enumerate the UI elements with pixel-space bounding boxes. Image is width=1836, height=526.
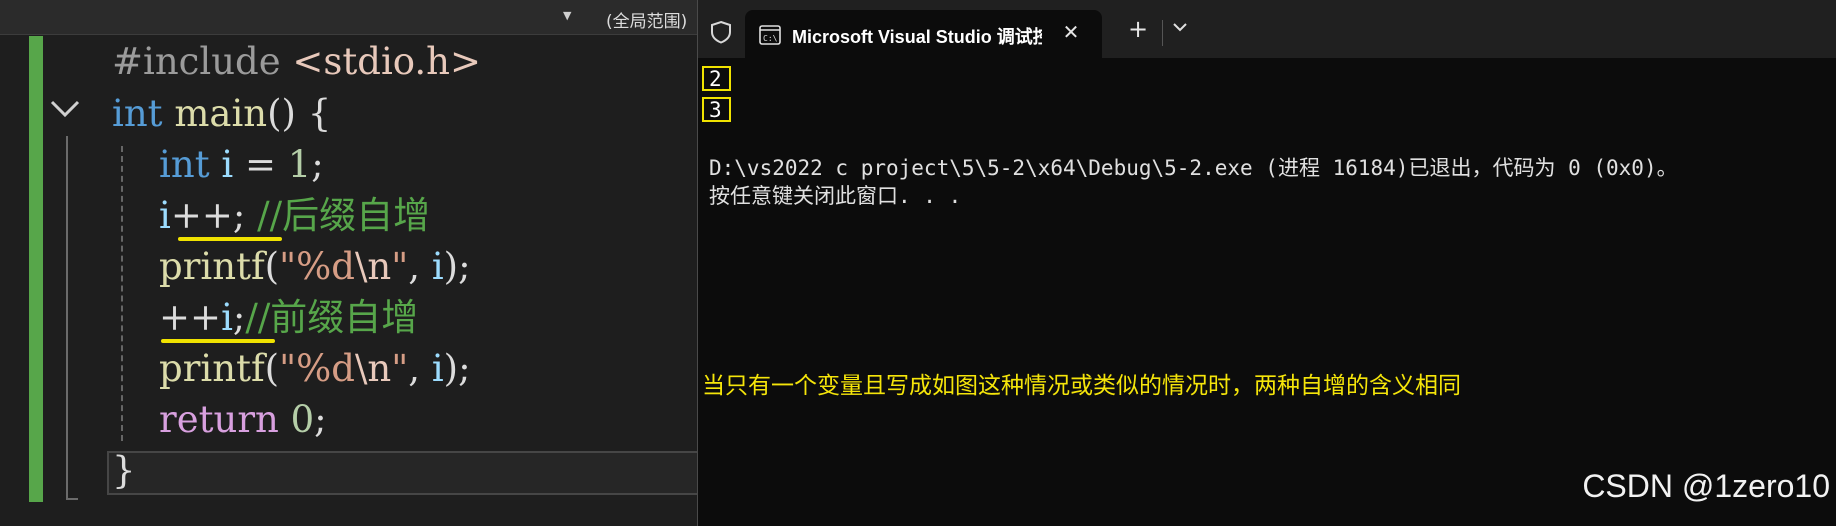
format-string: "%d xyxy=(279,245,355,288)
code-editor[interactable]: ▼ (全局范围) #include <stdio.h> int main() {… xyxy=(0,0,697,526)
scope-dropdown[interactable]: (全局范围) xyxy=(606,7,687,32)
code-punctuation: ; xyxy=(232,296,246,339)
watermark: CSDN @1zero10 xyxy=(1582,468,1830,504)
code-operator: ++ xyxy=(159,296,222,339)
keyword-int: int xyxy=(159,143,210,186)
code-operator: = xyxy=(233,143,288,186)
indent-guide xyxy=(121,146,123,441)
code-punctuation: ); xyxy=(443,245,471,288)
preprocessor-directive: #include xyxy=(112,40,281,83)
function-call: printf xyxy=(159,245,265,288)
function-call: printf xyxy=(159,347,265,390)
variable-i: i xyxy=(159,194,171,237)
highlight-underline xyxy=(161,339,275,343)
code-line-postfix[interactable]: i++; //后缀自增 xyxy=(112,196,430,236)
chevron-down-icon[interactable] xyxy=(50,100,80,118)
tab-divider xyxy=(1162,20,1163,46)
output-value-box: 2 xyxy=(702,66,731,91)
annotation-text: 当只有一个变量且写成如图这种情况或类似的情况时，两种自增的含义相同 xyxy=(702,373,1461,399)
code-operator: ++; xyxy=(170,194,246,237)
code-line-include[interactable]: #include <stdio.h> xyxy=(112,42,481,82)
keyword-return: return xyxy=(159,398,279,441)
code-line-closing-brace[interactable]: } xyxy=(112,451,136,491)
code-line-return[interactable]: return 0; xyxy=(112,400,327,440)
code-punctuation: ); xyxy=(443,347,471,390)
change-tracking-bar xyxy=(29,36,43,502)
code-comment: //前缀自增 xyxy=(245,296,419,339)
code-punctuation: () { xyxy=(267,92,332,135)
terminal-window[interactable]: C:\ Microsoft Visual Studio 调试控 ✕ + 2 3 … xyxy=(697,0,1836,526)
close-prompt-line: 按任意键关闭此窗口. . . xyxy=(709,184,962,208)
include-header: <stdio.h> xyxy=(292,40,482,83)
svg-text:C:\: C:\ xyxy=(763,34,778,43)
code-line-printf[interactable]: printf("%d\n", i); xyxy=(112,349,471,389)
tab-debug-console[interactable]: C:\ Microsoft Visual Studio 调试控 ✕ xyxy=(745,10,1102,58)
number-literal: 1 xyxy=(287,143,312,186)
format-string-quote: " xyxy=(391,245,409,288)
outline-guide xyxy=(66,136,78,500)
code-punctuation: , xyxy=(408,347,432,390)
variable-i: i xyxy=(221,143,234,186)
variable-i: i xyxy=(221,296,233,339)
current-line-highlight xyxy=(107,451,697,495)
escape-sequence: \n xyxy=(354,245,392,288)
process-exit-line: D:\vs2022 c project\5\5-2\x64\Debug\5-2.… xyxy=(709,156,1678,180)
variable-i: i xyxy=(431,245,444,288)
format-string: "%d xyxy=(279,347,355,390)
number-literal: 0 xyxy=(290,398,315,441)
variable-i: i xyxy=(431,347,444,390)
tab-strip: C:\ Microsoft Visual Studio 调试控 ✕ + xyxy=(698,0,1836,58)
code-line-declaration[interactable]: int i = 1; xyxy=(112,145,324,185)
dropdown-arrow-icon[interactable]: ▼ xyxy=(563,9,571,22)
close-icon[interactable]: ✕ xyxy=(1059,20,1083,44)
code-punctuation: ( xyxy=(264,245,280,288)
code-line-printf[interactable]: printf("%d\n", i); xyxy=(112,247,471,287)
code-line-main[interactable]: int main() { xyxy=(112,94,331,134)
highlight-underline xyxy=(178,237,282,241)
shield-icon[interactable] xyxy=(710,20,732,44)
keyword-int: int xyxy=(112,92,163,135)
code-punctuation: ; xyxy=(311,143,324,186)
navigation-bar: ▼ (全局范围) xyxy=(0,0,697,35)
code-punctuation: ( xyxy=(264,347,280,390)
code-comment: //后缀自增 xyxy=(257,194,431,237)
tab-title: Microsoft Visual Studio 调试控 xyxy=(792,27,1042,47)
closing-brace: } xyxy=(112,449,136,492)
code-punctuation: ; xyxy=(314,398,327,441)
terminal-app-icon: C:\ xyxy=(759,25,781,45)
output-value-box: 3 xyxy=(702,97,731,122)
plus-icon[interactable]: + xyxy=(1126,17,1150,41)
escape-sequence: \n xyxy=(354,347,392,390)
format-string-quote: " xyxy=(391,347,409,390)
code-punctuation: , xyxy=(408,245,432,288)
code-line-prefix[interactable]: ++i;//前缀自增 xyxy=(112,298,418,338)
function-name: main xyxy=(174,92,268,135)
dropdown-icon[interactable] xyxy=(1172,21,1188,33)
